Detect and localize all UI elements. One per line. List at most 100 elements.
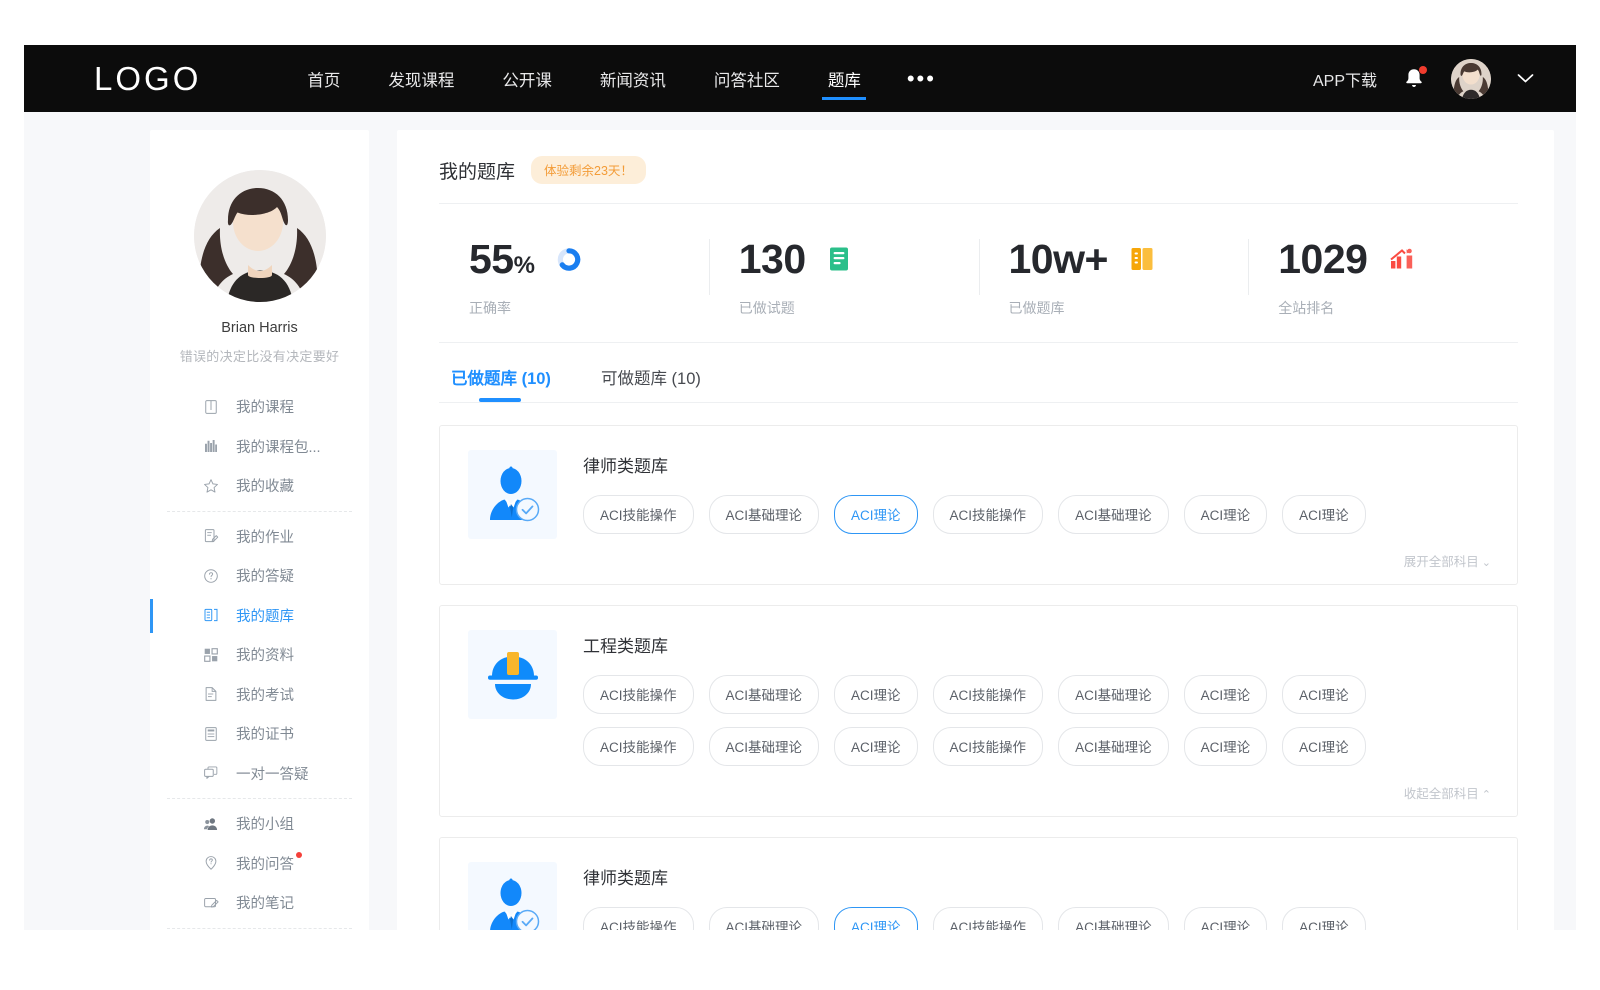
subject-tag[interactable]: ACI理论: [834, 495, 918, 534]
sidebar-item-14[interactable]: 我的问答: [150, 844, 369, 884]
books-icon: [202, 437, 220, 455]
tab-2[interactable]: 可做题库 (10): [601, 365, 701, 402]
question-bank-card[interactable]: 律师类题库ACI技能操作ACI基础理论ACI理论ACI技能操作ACI基础理论AC…: [439, 425, 1518, 585]
nav-link-5[interactable]: 问答社区: [690, 45, 804, 112]
subject-tag[interactable]: ACI理论: [834, 675, 918, 714]
sidebar-item-2[interactable]: 我的课程包...: [150, 427, 369, 467]
subject-tag[interactable]: ACI理论: [1282, 727, 1366, 766]
lawyer-avatar-icon: [468, 450, 557, 539]
subject-tag[interactable]: ACI理论: [1282, 495, 1366, 534]
subject-tag[interactable]: ACI理论: [1184, 907, 1268, 930]
group-icon: [202, 815, 220, 833]
user-avatar[interactable]: [1451, 59, 1491, 99]
stat-value-row: 55%: [469, 233, 709, 285]
lawyer-avatar-icon: [482, 876, 544, 931]
nav-link-3[interactable]: 公开课: [478, 45, 576, 112]
site-logo[interactable]: LOGO: [94, 60, 201, 98]
book-icon: [202, 398, 220, 416]
toggle-subjects-link[interactable]: 收起全部科目⌃: [583, 779, 1493, 804]
navbar-right: APP下载: [1313, 59, 1534, 99]
subject-tag[interactable]: ACI技能操作: [933, 495, 1044, 534]
tab-1[interactable]: 已做题库 (10): [451, 365, 551, 402]
stat-label: 正确率: [469, 298, 709, 318]
subject-tag[interactable]: ACI理论: [1184, 495, 1268, 534]
notification-bell[interactable]: [1403, 67, 1425, 90]
subject-tag[interactable]: ACI理论: [1184, 727, 1268, 766]
group-icon: [202, 815, 220, 833]
subject-tag-row: ACI技能操作 ACI基础理论 ACI理论 ACI技能操作 ACI基础理论 ACI理论 AC…: [583, 675, 1493, 714]
sidebar-item-label: 我的收藏: [236, 475, 294, 496]
green-book-icon: [828, 245, 854, 273]
sidebar-item-9[interactable]: 我的考试: [150, 675, 369, 715]
subject-tag[interactable]: ACI基础理论: [1058, 495, 1169, 534]
sidebar-item-15[interactable]: 我的笔记: [150, 883, 369, 923]
sidebar-item-11[interactable]: 一对一答疑: [150, 754, 369, 794]
sidebar-item-1[interactable]: 我的课程: [150, 387, 369, 427]
subject-tag[interactable]: ACI理论: [1184, 675, 1268, 714]
menu-divider: [167, 511, 352, 512]
sidebar-item-8[interactable]: 我的资料: [150, 635, 369, 675]
subject-tag[interactable]: ACI技能操作: [583, 907, 694, 930]
question-bank-card[interactable]: 工程类题库ACI技能操作ACI基础理论ACI理论ACI技能操作ACI基础理论AC…: [439, 605, 1518, 817]
note-icon: [202, 894, 220, 912]
stat-value-row: 130: [739, 233, 979, 285]
menu-divider: [167, 798, 352, 799]
subject-tag[interactable]: ACI技能操作: [933, 727, 1044, 766]
hardhat-icon: [483, 646, 543, 704]
sidebar-item-3[interactable]: 我的收藏: [150, 466, 369, 506]
sidebar-item-label: 我的笔记: [236, 892, 294, 913]
sidebar-item-label: 我的答疑: [236, 565, 294, 586]
user-menu-chevron-down-icon[interactable]: [1517, 73, 1534, 84]
sidebar-item-label: 我的证书: [236, 723, 294, 744]
sidebar-item-10[interactable]: 我的证书: [150, 714, 369, 754]
lawyer-avatar-icon: [482, 464, 544, 526]
subject-tag[interactable]: ACI基础理论: [709, 727, 820, 766]
stat-card-2: 130已做试题: [709, 233, 979, 318]
subject-tag[interactable]: ACI理论: [1282, 675, 1366, 714]
chevron-down-icon: ⌄: [1482, 557, 1491, 569]
sidebar-item-label: 我的作业: [236, 526, 294, 547]
sidebar-item-label: 我的资料: [236, 644, 294, 665]
toggle-subjects-link[interactable]: 展开全部科目⌄: [583, 547, 1493, 572]
app-download-link[interactable]: APP下载: [1313, 67, 1377, 91]
subject-tag[interactable]: ACI基础理论: [709, 907, 820, 930]
subject-tag[interactable]: ACI基础理论: [709, 675, 820, 714]
subject-tag[interactable]: ACI理论: [834, 907, 918, 930]
stat-card-3: 10w+已做题库: [979, 233, 1249, 318]
subject-tag[interactable]: ACI技能操作: [583, 675, 694, 714]
question-bank-card[interactable]: 律师类题库ACI技能操作ACI基础理论ACI理论ACI技能操作ACI基础理论AC…: [439, 837, 1518, 930]
profile-avatar[interactable]: [194, 170, 326, 302]
sidebar-item-13[interactable]: 我的小组: [150, 804, 369, 844]
subject-tag[interactable]: ACI技能操作: [933, 907, 1044, 930]
sidebar-item-6[interactable]: 我的答疑: [150, 556, 369, 596]
nav-link-4[interactable]: 新闻资讯: [576, 45, 690, 112]
subject-tag[interactable]: ACI理论: [1282, 907, 1366, 930]
sidebar-item-label: 我的考试: [236, 684, 294, 705]
star-icon: [202, 477, 220, 495]
subject-tag[interactable]: ACI理论: [834, 727, 918, 766]
nav-link-2[interactable]: 发现课程: [364, 45, 478, 112]
homework-icon: [202, 527, 220, 545]
subject-tag[interactable]: ACI基础理论: [1058, 907, 1169, 930]
subject-tag[interactable]: ACI基础理论: [709, 495, 820, 534]
subject-tag[interactable]: ACI基础理论: [1058, 727, 1169, 766]
subject-tag[interactable]: ACI技能操作: [583, 495, 694, 534]
sidebar-item-5[interactable]: 我的作业: [150, 517, 369, 557]
stat-value: 10w+: [1009, 239, 1108, 280]
books-icon: [202, 437, 220, 455]
stat-value: 55%: [469, 239, 534, 280]
orange-books-icon: [1130, 245, 1156, 273]
exam-icon: [202, 685, 220, 703]
subject-tag[interactable]: ACI技能操作: [933, 675, 1044, 714]
subject-tag[interactable]: ACI技能操作: [583, 727, 694, 766]
subject-tag[interactable]: ACI基础理论: [1058, 675, 1169, 714]
question-circle-icon: [202, 567, 220, 585]
toggle-subjects-label: 收起全部科目: [1404, 787, 1479, 801]
tabs: 已做题库 (10) 可做题库 (10): [439, 343, 1518, 402]
nav-link-1[interactable]: 首页: [283, 45, 364, 112]
chat-one-on-one-icon: [202, 764, 220, 782]
sidebar-item-7[interactable]: 我的题库: [150, 596, 369, 636]
stat-value-row: 10w+: [1009, 233, 1249, 285]
more-menu-icon[interactable]: •••: [885, 68, 958, 90]
nav-link-6[interactable]: 题库: [804, 45, 885, 112]
